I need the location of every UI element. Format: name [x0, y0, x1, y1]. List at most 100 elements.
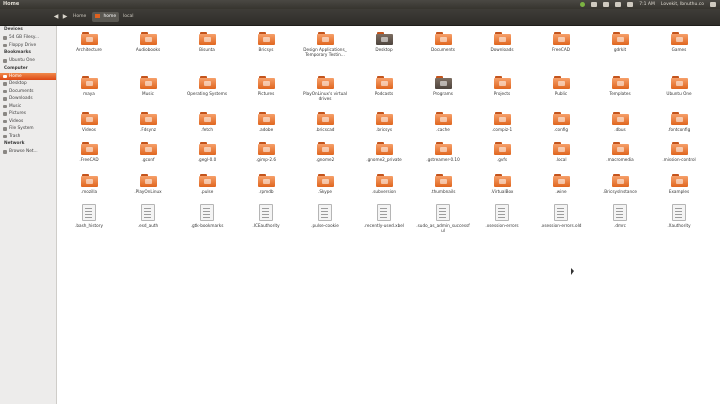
file-item[interactable]: Podcasts [356, 76, 412, 96]
sidebar-item-label: Home [9, 73, 22, 79]
file-item[interactable]: .VirtualBox [474, 174, 530, 194]
file-item[interactable]: .subversion [356, 174, 412, 194]
file-item[interactable]: Ubuntu One [651, 76, 707, 96]
file-item[interactable]: .gnome2 [297, 142, 353, 162]
file-item[interactable]: .fontconfig [651, 112, 707, 132]
file-item[interactable]: .mission-control [651, 142, 707, 162]
breadcrumb-home[interactable]: Home [70, 12, 89, 22]
sidebar-item[interactable]: Ubuntu One [0, 57, 56, 65]
sidebar-item[interactable]: Desktop [0, 80, 56, 88]
file-item[interactable]: Templates [592, 76, 648, 96]
file-item[interactable]: .ICEauthority [238, 204, 294, 228]
clock[interactable]: 7:1 AM [639, 0, 655, 9]
folder-icon [375, 112, 393, 125]
file-item[interactable]: Projects [474, 76, 530, 96]
file-item[interactable]: .macromedia [592, 142, 648, 162]
file-item[interactable]: Design Applications_ Temporary Testin... [297, 32, 353, 57]
file-item[interactable]: .dmrc [592, 204, 648, 228]
file-item[interactable]: Bisunta [179, 32, 235, 52]
file-item[interactable]: .xsession-errors.old [533, 204, 589, 228]
file-item[interactable]: Programs [415, 76, 471, 96]
file-item[interactable]: Documents [415, 32, 471, 52]
file-item[interactable]: .gstreamer-0.10 [415, 142, 471, 162]
sidebar-item[interactable]: Trash [0, 133, 56, 141]
text-file-icon [259, 204, 273, 221]
file-item[interactable]: .recently-used.xbel [356, 204, 412, 228]
sidebar-item[interactable]: Videos [0, 118, 56, 126]
file-item[interactable]: Bricsys [238, 32, 294, 52]
sidebar-item[interactable]: Home [0, 72, 56, 80]
file-item[interactable]: .BricsysInstance [592, 174, 648, 194]
breadcrumb-local[interactable]: local [120, 12, 137, 22]
file-item[interactable]: .pulse-cookie [297, 204, 353, 228]
file-item[interactable]: Desktop [356, 32, 412, 52]
sidebar-item[interactable]: 54 GB Filesy... [0, 34, 56, 42]
file-item[interactable]: .FreeCAD [61, 142, 117, 162]
file-item[interactable]: .gvfs [474, 142, 530, 162]
folder-icon [611, 112, 629, 125]
mail-icon[interactable] [591, 2, 598, 7]
file-item[interactable]: .mozilla [61, 174, 117, 194]
file-item[interactable]: Operating Systems [179, 76, 235, 96]
file-item[interactable]: .rpmdb [238, 174, 294, 194]
file-item[interactable]: .gegl-0.0 [179, 142, 235, 162]
file-item[interactable]: Architecture [61, 32, 117, 52]
file-name: Programs [433, 91, 453, 96]
chat-icon[interactable] [615, 2, 622, 7]
breadcrumb-current[interactable]: home [92, 12, 120, 22]
file-item[interactable]: .Skype [297, 174, 353, 194]
status-icon[interactable] [580, 2, 586, 7]
file-item[interactable]: .sudo_as_admin_successful [415, 204, 471, 233]
file-item[interactable]: .bash_history [61, 204, 117, 228]
sidebar-item[interactable]: File System [0, 125, 56, 133]
file-item[interactable]: Examples [651, 174, 707, 194]
file-item[interactable]: .Xauthority [651, 204, 707, 228]
file-item[interactable]: .gimp-2.6 [238, 142, 294, 162]
file-item[interactable]: .gtk-bookmarks [179, 204, 235, 228]
file-item[interactable]: .bricscad [297, 112, 353, 132]
file-item[interactable]: Music [120, 76, 176, 96]
network-icon[interactable] [603, 2, 610, 7]
file-item[interactable]: Games [651, 32, 707, 52]
file-item[interactable]: .esd_auth [120, 204, 176, 228]
sidebar-item[interactable]: Pictures [0, 110, 56, 118]
file-item[interactable]: .pulse [179, 174, 235, 194]
power-icon[interactable] [710, 2, 716, 7]
file-item[interactable]: maya [61, 76, 117, 96]
file-item[interactable]: .gconf [120, 142, 176, 162]
file-item[interactable]: PlayOnLinux's virtual drives [297, 76, 353, 101]
sidebar-item[interactable]: Browse Net... [0, 148, 56, 156]
file-item[interactable]: .fetch [179, 112, 235, 132]
file-item[interactable]: .wine [533, 174, 589, 194]
sidebar-item[interactable]: Downloads [0, 95, 56, 103]
file-item[interactable]: .gnome2_private [356, 142, 412, 162]
file-item[interactable]: .xsession-errors [474, 204, 530, 228]
file-item[interactable]: .bricsys [356, 112, 412, 132]
sidebar-item[interactable]: Music [0, 103, 56, 111]
file-item[interactable]: gdrkit [592, 32, 648, 52]
file-item[interactable]: .local [533, 142, 589, 162]
forward-arrow-icon[interactable]: ▶ [61, 12, 69, 21]
file-item[interactable]: .cache [415, 112, 471, 132]
file-item[interactable]: .dbus [592, 112, 648, 132]
file-item[interactable]: Public [533, 76, 589, 96]
file-item[interactable]: .Fdsynz [120, 112, 176, 132]
file-item[interactable]: Videos [61, 112, 117, 132]
file-item[interactable]: .adobe [238, 112, 294, 132]
file-item[interactable]: Pictures [238, 76, 294, 96]
file-item[interactable]: FreeCAD [533, 32, 589, 52]
sidebar-item[interactable]: Floppy Drive [0, 42, 56, 50]
file-item[interactable]: .compiz-1 [474, 112, 530, 132]
sidebar-item[interactable]: Documents [0, 88, 56, 96]
file-item[interactable]: Downloads [474, 32, 530, 52]
file-item[interactable]: .thumbnails [415, 174, 471, 194]
file-item[interactable]: .config [533, 112, 589, 132]
file-name: .pulse [200, 189, 214, 194]
file-item[interactable]: Audiobooks [120, 32, 176, 52]
window-title: Home [3, 1, 20, 7]
file-name: .esd_auth [137, 223, 159, 228]
back-arrow-icon[interactable]: ◀ [52, 12, 60, 21]
volume-icon[interactable] [627, 2, 634, 7]
user-menu[interactable]: Lovekit, Ibnuthu.co [661, 0, 704, 9]
file-item[interactable]: .PlayOnLinux [120, 174, 176, 194]
